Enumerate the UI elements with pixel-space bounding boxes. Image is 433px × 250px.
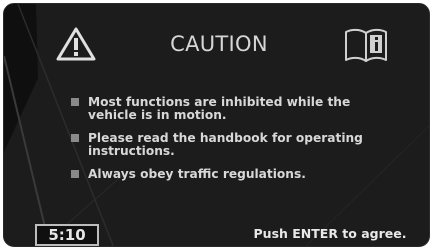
caution-message-item: Please read the handbook for operating i… [70, 132, 400, 158]
clock-display: 5:10 [35, 224, 99, 246]
caution-message-text: Most functions are inhibited while the v… [88, 95, 351, 122]
caution-message-text: Always obey traffic regulations. [88, 167, 306, 181]
handbook-info-icon [345, 28, 387, 62]
caution-screen: CAUTION Most functions are inhibited whi… [3, 3, 430, 247]
bullet-square-icon [71, 170, 79, 178]
bullet-square-icon [71, 98, 79, 106]
caution-message-list: Most functions are inhibited while the v… [70, 96, 400, 181]
caution-message-text: Please read the handbook for operating i… [88, 131, 363, 158]
caution-message-item: Always obey traffic regulations. [70, 168, 400, 181]
caution-message-item: Most functions are inhibited while the v… [70, 96, 400, 122]
warning-triangle-icon [56, 27, 96, 61]
enter-prompt: Push ENTER to agree. [253, 226, 407, 241]
bullet-square-icon [71, 134, 79, 142]
caution-title: CAUTION [170, 32, 268, 56]
